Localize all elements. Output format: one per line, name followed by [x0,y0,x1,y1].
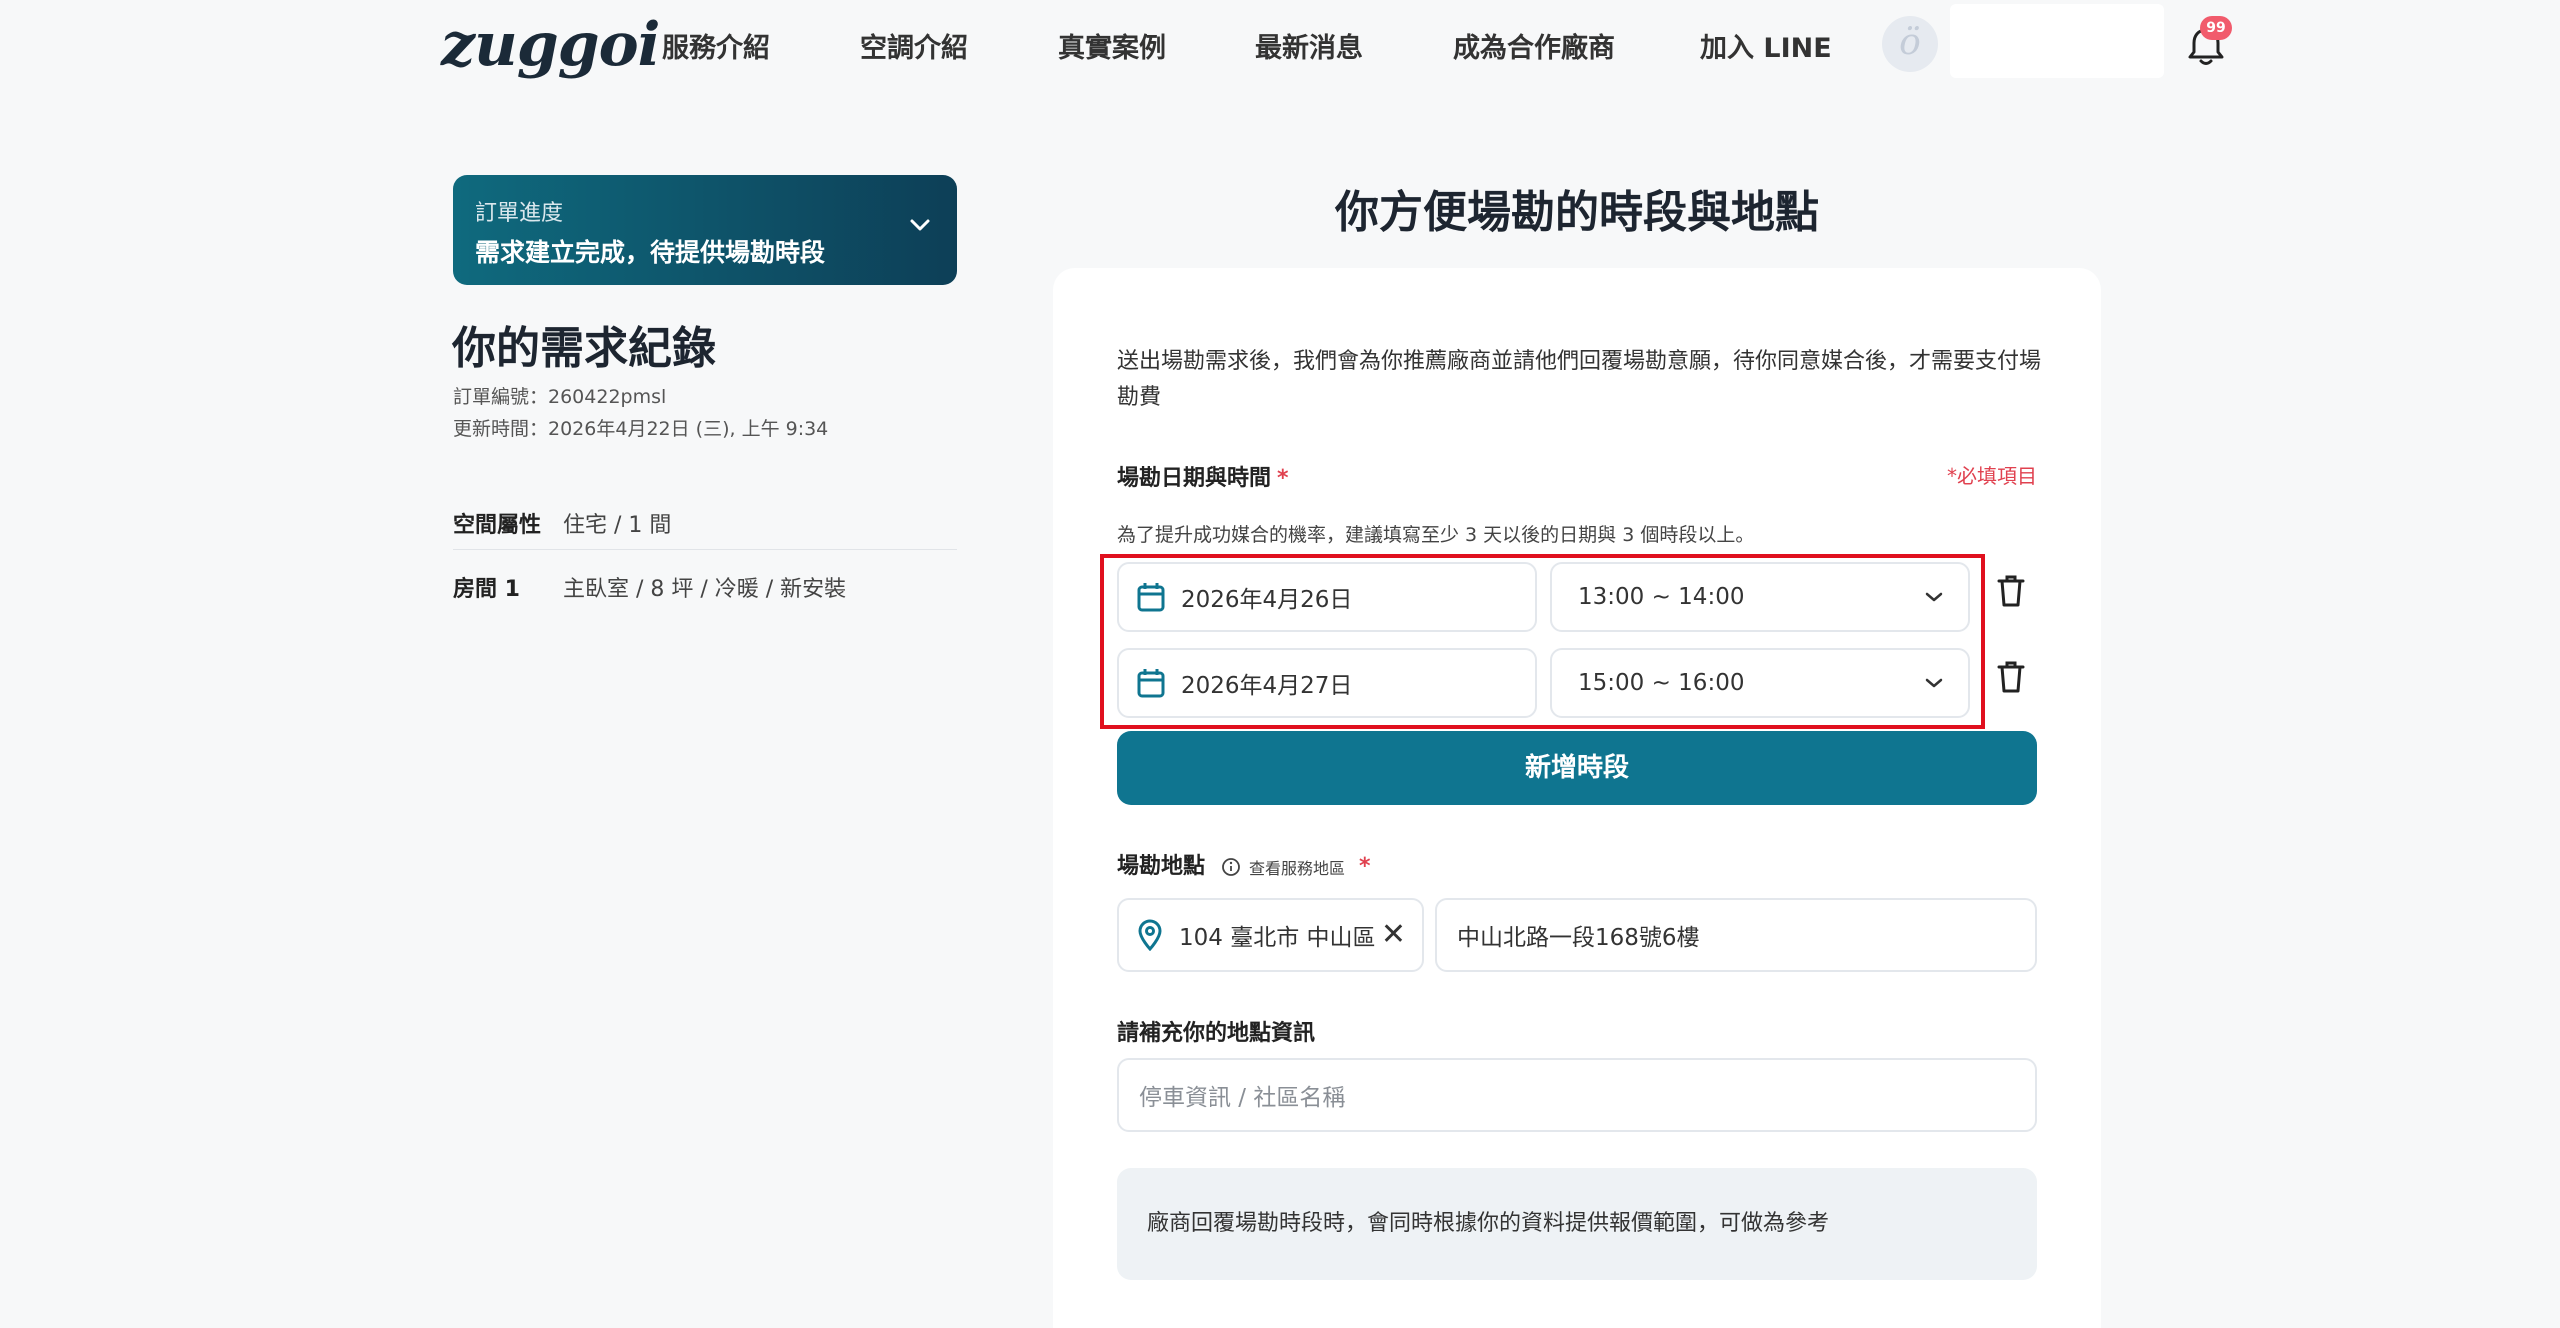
user-menu[interactable] [1950,4,2164,78]
attribute-value: 主臥室 / 8 坪 / 冷暖 / 新安裝 [563,577,847,602]
attribute-row: 空間屬性 住宅 / 1 間 [453,496,957,550]
attribute-key: 房間 1 [453,577,520,602]
required-star: * [1277,466,1289,491]
nav-aircon[interactable]: 空調介紹 [860,26,968,65]
notification-badge: 99 [2200,16,2232,40]
highlight-box [1100,554,1985,729]
address-field[interactable]: 中山北路一段168號6樓 [1435,898,2037,972]
nav-news[interactable]: 最新消息 [1255,26,1363,65]
order-number: 訂單編號：260422pmsl [453,386,667,408]
required-note: *必填項目 [1947,464,2037,488]
nav-cases[interactable]: 真實案例 [1058,26,1166,65]
attribute-value: 住宅 / 1 間 [563,512,672,538]
location-label-text: 場勘地點 [1117,854,1206,879]
location-pin-icon [1137,919,1163,951]
nav-line[interactable]: 加入 LINE [1700,26,1832,65]
service-area-link[interactable]: 查看服務地區 [1249,859,1345,878]
nav-partner[interactable]: 成為合作廠商 [1453,26,1615,65]
progress-label: 訂單進度 [475,201,564,226]
order-progress-card[interactable]: 訂單進度 需求建立完成，待提供場勘時段 [453,175,957,285]
trash-icon[interactable] [1996,574,2026,608]
top-nav: zuggoi 服務介紹 空調介紹 真實案例 最新消息 成為合作廠商 加入 LIN… [0,0,2560,95]
page-title: 你方便場勘的時段與地點 [1335,187,1819,238]
attribute-row: 房間 1 主臥室 / 8 坪 / 冷暖 / 新安裝 [453,560,957,614]
info-icon[interactable] [1221,857,1241,877]
add-slot-button[interactable]: 新增時段 [1117,731,2037,805]
extra-info-field[interactable]: 停車資訊 / 社區名稱 [1117,1058,2037,1132]
schedule-hint: 為了提升成功媒合的機率，建議填寫至少 3 天以後的日期與 3 個時段以上。 [1117,524,1755,546]
record-title: 你的需求紀錄 [452,323,716,374]
intro-text: 送出場勘需求後，我們會為你推薦廠商並請他們回覆場勘意願，待你同意媒合後，才需要支… [1117,349,2042,410]
address-value: 中山北路一段168號6樓 [1457,925,1700,951]
chevron-down-icon [909,217,931,236]
progress-status: 需求建立完成，待提供場勘時段 [475,238,826,267]
schedule-label-text: 場勘日期與時間 [1117,466,1272,491]
attribute-key: 空間屬性 [453,512,542,538]
nav-services[interactable]: 服務介紹 [662,26,770,65]
extra-info-placeholder: 停車資訊 / 社區名稱 [1139,1085,1346,1111]
avatar-icon[interactable]: ö [1882,16,1938,72]
extra-info-label: 請補充你的地點資訊 [1117,1021,1316,1046]
quote-note: 廠商回覆場勘時段時，會同時根據你的資料提供報價範圍，可做為參考 [1117,1168,2037,1280]
schedule-label: 場勘日期與時間 * [1117,460,1289,492]
updated-at: 更新時間：2026年4月22日 (三), 上午 9:34 [453,418,829,440]
district-value: 104 臺北市 中山區 [1179,925,1376,951]
district-select[interactable]: 104 臺北市 中山區 ✕ [1117,898,1424,972]
logo[interactable]: zuggoi [441,10,660,80]
trash-icon[interactable] [1996,660,2026,694]
required-star: * [1359,854,1371,879]
clear-icon[interactable]: ✕ [1381,920,1406,950]
location-label: 場勘地點 查看服務地區 * [1117,848,1371,880]
